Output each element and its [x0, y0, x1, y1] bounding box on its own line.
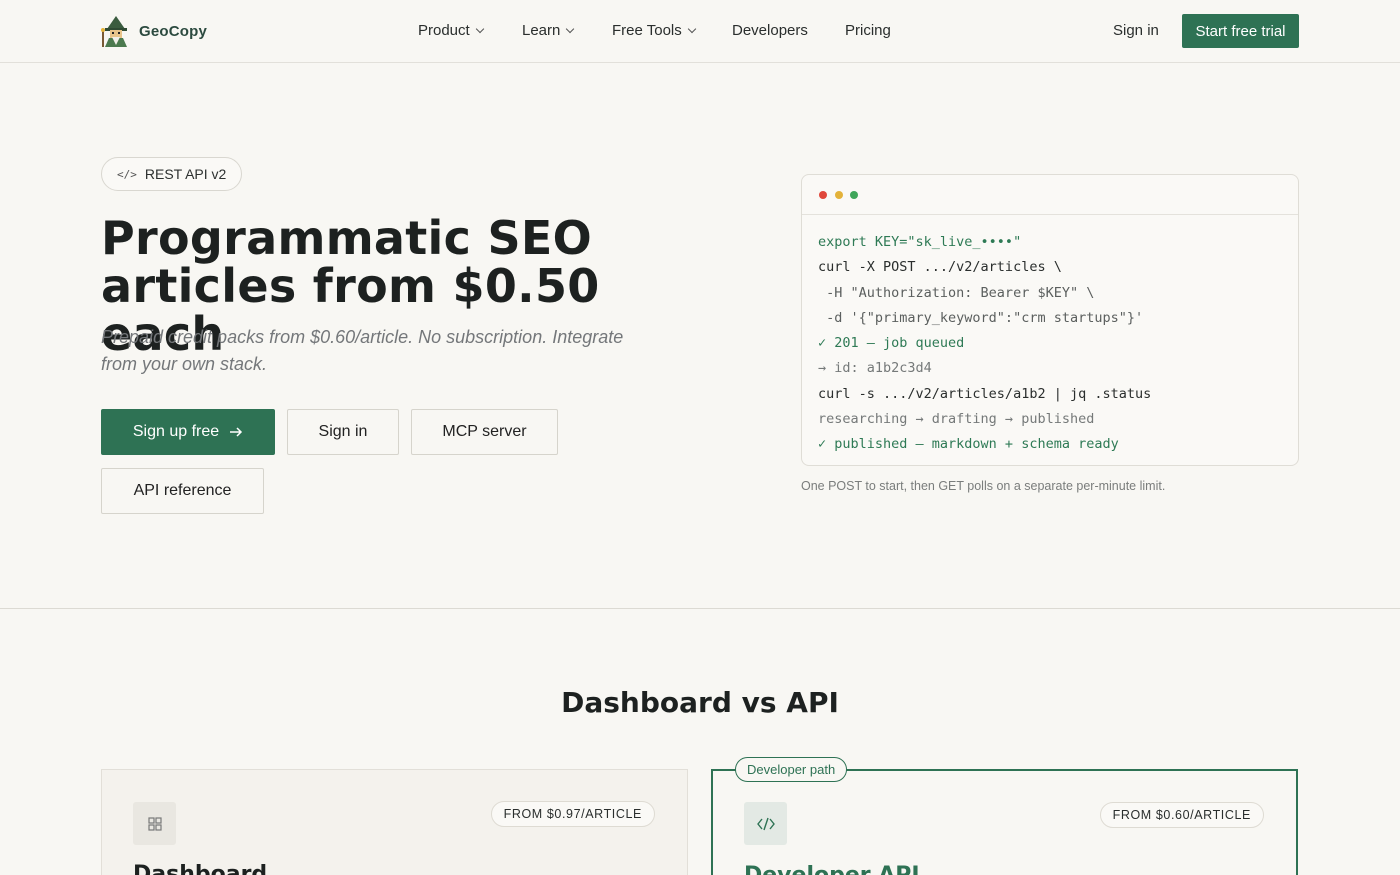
badge-label: REST API v2 — [144, 166, 227, 182]
nav-item-learn[interactable]: Learn — [522, 22, 612, 39]
hero-subtitle: Prepaid credit packs from $0.60/article.… — [101, 327, 624, 374]
terminal-line: → id: a1b2c3d4 — [818, 360, 932, 377]
brand-logo[interactable]: GeoCopy — [101, 15, 207, 47]
nav-item-free-tools[interactable]: Free Tools — [612, 22, 732, 39]
chevron-down-icon — [687, 24, 697, 33]
section-title: Dashboard vs API — [561, 686, 839, 719]
api-reference-button[interactable]: API reference — [101, 468, 264, 514]
brand-name: GeoCopy — [139, 22, 208, 40]
nav-item-pricing[interactable]: Pricing — [845, 22, 891, 39]
nav-item-product[interactable]: Product — [418, 22, 522, 39]
minimize-dot — [835, 191, 843, 199]
main-menu: Product Learn Free Tools Developers Pric… — [418, 22, 891, 39]
nav-item-label: Product — [418, 22, 470, 39]
terminal-line: curl -s .../v2/articles/a1b2 | jq .statu… — [818, 385, 1152, 402]
card-title: Dashboard — [133, 862, 268, 875]
card-title: Developer API — [744, 863, 920, 875]
dashboard-card[interactable]: FROM $0.97/ARTICLE Dashboard — [101, 769, 688, 875]
button-label: Sign up free — [132, 423, 220, 440]
arrow-right-icon — [230, 427, 243, 437]
nav-sign-in-link[interactable]: Sign in — [1113, 22, 1159, 39]
terminal-line: researching → drafting → published — [818, 411, 1095, 428]
terminal-titlebar — [802, 175, 1298, 215]
nav-item-label: Free Tools — [612, 22, 682, 39]
terminal-line: ✓ published — markdown + schema ready — [818, 436, 1119, 453]
terminal-line: ✓ 201 — job queued — [818, 335, 965, 352]
developer-api-card[interactable]: FROM $0.60/ARTICLE Developer API — [711, 769, 1298, 875]
api-version-badge: </> REST API v2 — [101, 157, 243, 191]
maximize-dot — [850, 191, 858, 199]
nav-item-label: Learn — [522, 22, 561, 39]
mcp-server-button[interactable]: MCP server — [411, 409, 558, 455]
close-dot — [819, 191, 827, 199]
top-nav: GeoCopy Product Learn Free Tools Develop… — [0, 0, 1400, 63]
nav-item-label: Pricing — [845, 22, 891, 39]
chevron-down-icon — [475, 24, 484, 33]
hero-title-line: Programmatic SEO — [101, 211, 593, 265]
terminal-line: -d '{"primary_keyword":"crm startups"}' — [818, 309, 1144, 326]
code-icon — [744, 802, 787, 845]
terminal-window: export KEY="sk_live_••••" curl -X POST .… — [801, 174, 1299, 466]
terminal-caption: One POST to start, then GET polls on a s… — [801, 479, 1166, 493]
chevron-down-icon — [566, 24, 575, 33]
nav-item-label: Developers — [732, 22, 808, 39]
code-icon: </> — [117, 167, 137, 181]
sign-up-free-button[interactable]: Sign up free — [101, 409, 275, 455]
wizard-icon — [101, 16, 127, 47]
start-free-trial-button[interactable]: Start free trial — [1182, 14, 1299, 48]
terminal-body: export KEY="sk_live_••••" curl -X POST .… — [802, 215, 1298, 473]
section-divider — [0, 608, 1400, 609]
developer-path-tag: Developer path — [735, 757, 848, 782]
grid-icon — [133, 802, 176, 845]
terminal-line: export KEY="sk_live_••••" — [818, 234, 1022, 250]
terminal-line: -H "Authorization: Bearer $KEY" \ — [818, 284, 1095, 301]
nav-item-developers[interactable]: Developers — [732, 22, 845, 39]
price-badge: FROM $0.97/ARTICLE — [490, 801, 655, 827]
sign-in-button[interactable]: Sign in — [287, 409, 399, 455]
terminal-line: curl -X POST .../v2/articles \ — [818, 259, 1062, 276]
price-badge: FROM $0.60/ARTICLE — [1099, 802, 1264, 828]
